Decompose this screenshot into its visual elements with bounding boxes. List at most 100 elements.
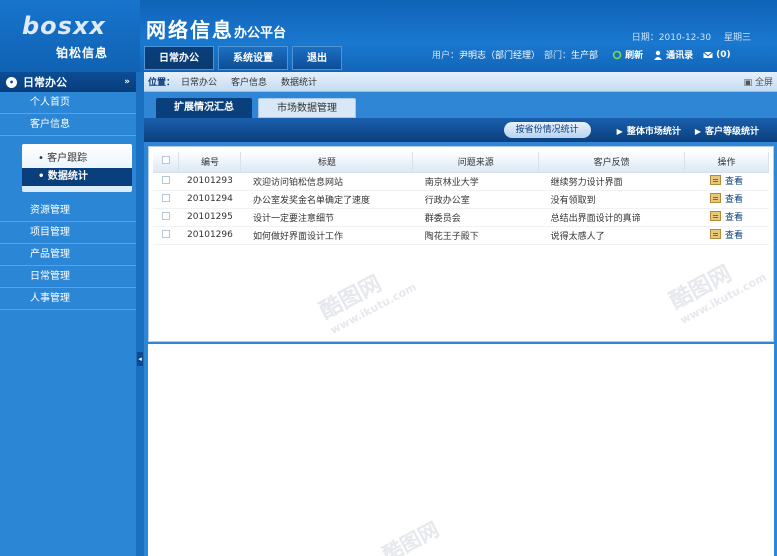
view-label: 查看 <box>724 230 743 241</box>
sidebar-item-resource[interactable]: 资源管理 <box>0 200 136 222</box>
platform-title: 网络信息办公平台 <box>146 14 286 43</box>
row-checkbox-cell <box>153 226 179 245</box>
fullscreen-label: 全屏 <box>754 78 773 88</box>
collapse-sidebar-handle[interactable]: ◂ <box>137 352 143 366</box>
view-button[interactable]: 查看 <box>709 228 743 241</box>
sidebar-subitem-data-stats[interactable]: • 数据统计 <box>22 168 132 186</box>
main-content: 位置： 日常办公 客户信息 数据统计 ▣ 全屏 扩展情况汇总 市场数据管理 按省… <box>144 72 777 556</box>
cell-feedback: 继续努力设计界面 <box>538 172 685 191</box>
cell-operation: 查看 <box>684 172 769 191</box>
date-text: 日期：2010-12-30 <box>631 33 712 43</box>
breadcrumb-item[interactable]: 数据统计 <box>281 75 317 88</box>
row-checkbox[interactable] <box>161 193 170 202</box>
cell-feedback: 说得太感人了 <box>538 226 685 245</box>
link-label: 客户等级统计 <box>704 126 759 137</box>
date-display: 日期：2010-12-30 星期三 <box>622 30 751 43</box>
table-row: 20101293 欢迎访问铂松信息网站 南京林业大学 继续努力设计界面 查看 <box>153 172 769 191</box>
view-button[interactable]: 查看 <box>709 174 743 187</box>
table-row: 20101295 设计一定要注意细节 群委员会 总结出界面设计的真谛 查看 <box>153 208 769 227</box>
nav-logout[interactable]: 退出 <box>292 46 342 70</box>
document-icon <box>709 229 721 240</box>
menu-circle-icon: • <box>6 76 17 88</box>
feedback-table: 编号 标题 问题来源 客户反馈 操作 20101293 欢迎访问铂松信息网站 南… <box>153 152 769 245</box>
header-id: 编号 <box>178 152 242 173</box>
user-name: 尹明志（部门经理） <box>459 51 541 61</box>
triangle-right-icon: ▶ <box>616 126 623 136</box>
sidebar-item-product[interactable]: 产品管理 <box>0 244 136 266</box>
row-checkbox-cell <box>153 208 179 227</box>
select-all-cell <box>153 152 180 173</box>
row-checkbox[interactable] <box>161 211 170 220</box>
overall-market-stats-link[interactable]: ▶ 整体市场统计 <box>617 124 681 137</box>
link-label: 整体市场统计 <box>626 126 681 137</box>
person-icon <box>654 50 663 60</box>
row-checkbox-cell <box>153 172 179 191</box>
mail-count: (0) <box>716 49 731 60</box>
cell-feedback: 总结出界面设计的真谛 <box>538 208 685 227</box>
user-label: 用户： <box>432 51 460 61</box>
nav-daily-office[interactable]: 日常办公 <box>144 46 214 70</box>
table-header-row: 编号 标题 问题来源 客户反馈 操作 <box>153 152 769 173</box>
sidebar-item-project[interactable]: 项目管理 <box>0 222 136 244</box>
breadcrumb-label: 位置： <box>148 78 176 88</box>
mail-button[interactable]: (0) <box>703 50 731 60</box>
breadcrumb-item[interactable]: 日常办公 <box>181 75 217 88</box>
province-stats-button[interactable]: 按省份情况统计 <box>503 122 591 138</box>
breadcrumb-item[interactable]: 客户信息 <box>231 75 267 88</box>
triangle-right-icon: ▶ <box>694 126 701 136</box>
cell-source: 行政办公室 <box>412 190 539 209</box>
customer-level-stats-link[interactable]: ▶ 客户等级统计 <box>695 124 759 137</box>
collapse-arrow-icon[interactable]: » <box>124 77 130 87</box>
table-row: 20101294 办公室发奖金名单确定了速度 行政办公室 没有领取到 查看 <box>153 190 769 209</box>
sidebar-splitter: ◂ <box>136 72 144 556</box>
platform-title-main: 网络信息 <box>146 18 234 42</box>
header-title: 标题 <box>240 152 414 173</box>
addressbook-button[interactable]: 通讯录 <box>653 48 693 61</box>
cell-title: 欢迎访问铂松信息网站 <box>240 172 413 191</box>
document-icon <box>709 211 721 222</box>
sidebar-item-home[interactable]: 个人首页 <box>0 92 136 114</box>
view-label: 查看 <box>724 176 743 187</box>
breadcrumb: 位置： 日常办公 客户信息 数据统计 ▣ 全屏 <box>144 72 777 92</box>
subitem-label: 客户跟踪 <box>47 153 88 164</box>
view-button[interactable]: 查看 <box>709 192 743 205</box>
tab-expansion-summary[interactable]: 扩展情况汇总 <box>156 98 252 118</box>
sidebar-subitem-customer-tracking[interactable]: • 客户跟踪 <box>22 150 132 168</box>
nav-system-settings[interactable]: 系统设置 <box>218 46 288 70</box>
row-checkbox[interactable] <box>161 175 170 184</box>
cell-id: 20101295 <box>178 208 241 227</box>
subitem-label: 数据统计 <box>47 171 88 182</box>
cell-title: 设计一定要注意细节 <box>240 208 413 227</box>
dept-name: 生产部 <box>571 51 599 61</box>
logo-subtitle: 铂松信息 <box>56 46 109 60</box>
sidebar-header[interactable]: • 日常办公 » <box>0 72 136 92</box>
sidebar-item-daily[interactable]: 日常管理 <box>0 266 136 288</box>
platform-title-suffix: 办公平台 <box>234 26 287 41</box>
app-header: bosxx 铂松信息 网络信息办公平台 日期：2010-12-30 星期三 日常… <box>0 0 777 72</box>
sidebar-title: 日常办公 <box>23 76 67 89</box>
view-label: 查看 <box>724 194 743 205</box>
cell-title: 办公室发奖金名单确定了速度 <box>240 190 413 209</box>
cell-id: 20101294 <box>178 190 241 209</box>
fullscreen-button[interactable]: ▣ 全屏 <box>744 75 773 88</box>
select-all-checkbox[interactable] <box>161 156 170 165</box>
sidebar-item-customer-info[interactable]: 客户信息 <box>0 114 136 136</box>
logo-area: bosxx 铂松信息 <box>0 0 140 72</box>
view-button[interactable]: 查看 <box>709 210 743 223</box>
sidebar-submenu: • 客户跟踪 • 数据统计 <box>22 144 132 192</box>
table-row: 20101296 如何做好界面设计工作 陶花王子殿下 说得太感人了 查看 <box>153 226 769 245</box>
tab-market-data[interactable]: 市场数据管理 <box>258 98 356 118</box>
user-bar: 用户： 尹明志（部门经理） 部门： 生产部 刷新 通讯录 (0) <box>432 48 731 62</box>
cell-id: 20101296 <box>178 226 241 245</box>
header-operation: 操作 <box>684 152 769 173</box>
refresh-button[interactable]: 刷新 <box>612 48 643 61</box>
stats-toolbar: 按省份情况统计 ▶ 整体市场统计 ▶ 客户等级统计 <box>144 118 777 142</box>
document-icon <box>709 175 721 186</box>
sidebar-item-hr[interactable]: 人事管理 <box>0 288 136 310</box>
row-checkbox[interactable] <box>161 229 170 238</box>
header-feedback: 客户反馈 <box>538 152 685 173</box>
addressbook-label: 通讯录 <box>666 51 694 61</box>
cell-source: 群委员会 <box>412 208 539 227</box>
document-icon <box>709 193 721 204</box>
cell-source: 南京林业大学 <box>412 172 539 191</box>
